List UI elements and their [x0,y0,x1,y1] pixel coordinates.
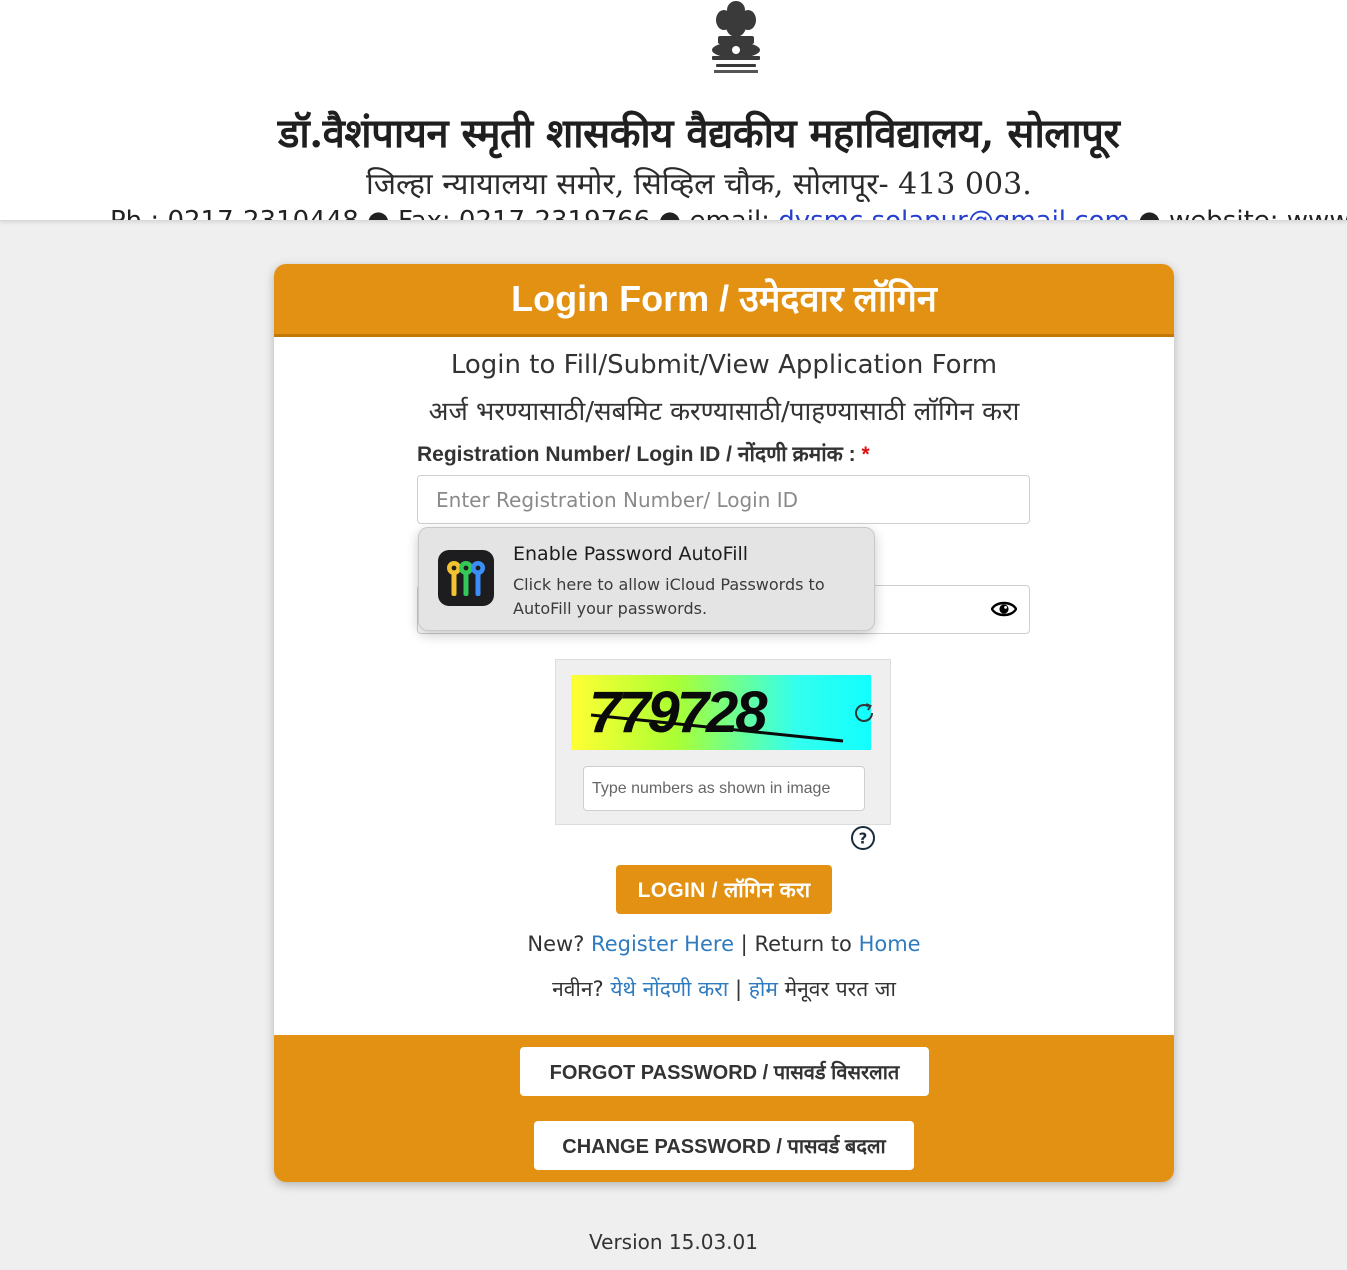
forgot-password-button[interactable]: FORGOT PASSWORD / पासवर्ड विसरलात [520,1047,929,1096]
link-separator-mr: | [728,977,749,1001]
autofill-description: Click here to allow iCloud Passwords to … [513,575,825,618]
svg-text:?: ? [859,830,868,848]
institution-address: जिल्हा न्यायालया समोर, सिव्हिल चौक, सोला… [366,167,1032,202]
return-suffix-mr: मेनूवर परत जा [777,977,896,1001]
required-marker: * [861,443,870,466]
links-marathi: नवीन? येथे नोंदणी करा | होम मेनूवर परत ज… [274,975,1174,1003]
return-prefix-en: Return to [754,932,859,956]
login-id-input[interactable] [417,475,1030,524]
login-id-label: Registration Number/ Login ID / नोंदणी क… [417,440,870,468]
links-english: New? Register Here | Return to Home [274,932,1174,956]
captcha-box: 779728 [555,659,891,825]
contact-website: ● website: www.gmcsolapur.org [1138,206,1347,221]
home-link-mr[interactable]: होम [749,977,778,1001]
version-label: Version 15.03.01 [589,1230,758,1254]
autofill-title: Enable Password AutoFill [513,543,749,565]
change-password-button[interactable]: CHANGE PASSWORD / पासवर्ड बदला [534,1121,914,1170]
login-button[interactable]: LOGIN / लॉगिन करा [616,865,832,914]
login-form-title: Login Form / उमेदवार लॉगिन [274,264,1174,337]
login-card: Login Form / उमेदवार लॉगिन Login to Fill… [274,264,1174,1182]
new-prefix-en: New? [527,932,592,956]
institution-name: डॉ.वैशंपायन स्मृती शासकीय वैद्यकीय महावि… [278,110,1120,157]
site-header: डॉ.वैशंपायन स्मृती शासकीय वैद्यकीय महावि… [0,0,1347,221]
link-separator-en: | [734,932,755,956]
subtitle-english: Login to Fill/Submit/View Application Fo… [450,350,998,380]
new-prefix-mr: नवीन? [552,977,611,1001]
autofill-popup[interactable]: Enable Password AutoFill Click here to a… [418,527,875,631]
contact-email-link[interactable]: dvsmc.solapur@gmail.com [778,206,1130,220]
login-id-label-text: Registration Number/ Login ID / नोंदणी क… [417,443,862,466]
captcha-text: 779728 [589,680,768,745]
register-link-en[interactable]: Register Here [591,932,734,956]
institution-contact: Ph.: 0217-2310448 ● Fax: 0217-2319766 ● … [110,206,1347,221]
card-footer: FORGOT PASSWORD / पासवर्ड विसरलात CHANGE… [274,1035,1174,1182]
state-emblem-icon [712,1,760,73]
register-link-mr[interactable]: येथे नोंदणी करा [610,977,728,1001]
question-circle-icon[interactable]: ? [850,825,876,851]
refresh-icon[interactable] [852,701,876,725]
subtitle-marathi: अर्ज भरण्यासाठी/सबमिट करण्यासाठी/पाहण्या… [428,397,1020,427]
contact-phone-fax: Ph.: 0217-2310448 ● Fax: 0217-2319766 ● … [110,206,779,221]
passwords-keys-icon [438,550,494,606]
captcha-input[interactable] [583,766,865,811]
eye-icon[interactable] [991,598,1017,620]
captcha-image: 779728 [571,675,871,750]
home-link-en[interactable]: Home [859,932,921,956]
